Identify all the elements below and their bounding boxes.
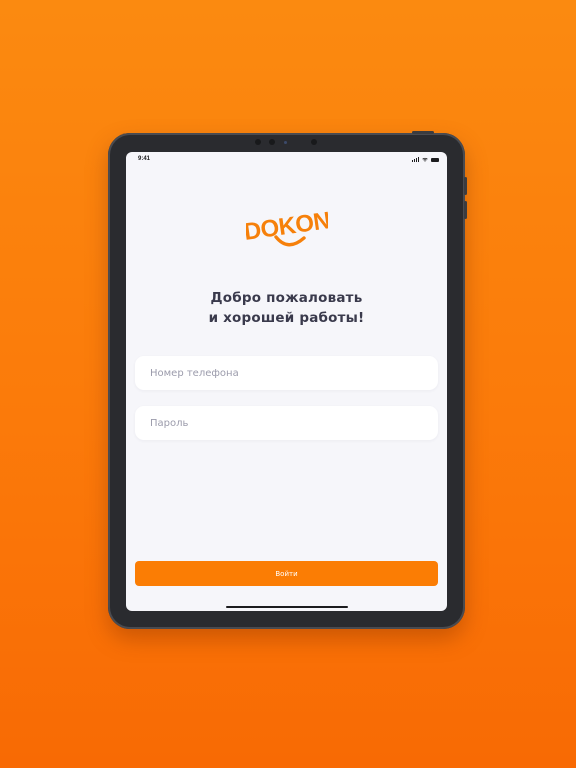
password-field[interactable] <box>135 406 438 440</box>
status-time: 9:41 <box>138 156 151 162</box>
sensor-dot <box>311 139 317 145</box>
front-camera-icon <box>284 141 287 144</box>
svg-text:DOKON: DOKON <box>246 207 328 246</box>
phone-field[interactable] <box>135 356 438 390</box>
status-bar: 9:41 <box>126 152 447 168</box>
dokon-logo-graphic: DOKON <box>242 207 332 247</box>
sensor-dot <box>255 139 261 145</box>
wifi-icon <box>422 157 428 162</box>
welcome-title-line2: и хорошей работы! <box>208 310 365 326</box>
app-screen: 9:41 DOKON Добро пожаловать и хорошей ра… <box>126 152 447 611</box>
battery-icon <box>431 158 439 162</box>
top-power-button <box>412 131 434 134</box>
volume-down-button <box>464 201 467 219</box>
tablet-frame: 9:41 DOKON Добро пожаловать и хорошей ра… <box>108 131 467 629</box>
login-button[interactable]: Войти <box>135 561 438 586</box>
password-input[interactable] <box>135 406 438 440</box>
volume-up-button <box>464 177 467 195</box>
app-store-background: { "status_bar": { "time": "9:41", "icons… <box>0 0 576 768</box>
status-icons <box>412 156 439 162</box>
home-indicator <box>226 606 348 608</box>
dokon-logo: DOKON <box>242 204 332 256</box>
phone-input[interactable] <box>135 356 438 390</box>
welcome-title-line1: Добро пожаловать <box>210 290 363 306</box>
signal-icon <box>412 157 419 162</box>
sensor-dot <box>269 139 275 145</box>
